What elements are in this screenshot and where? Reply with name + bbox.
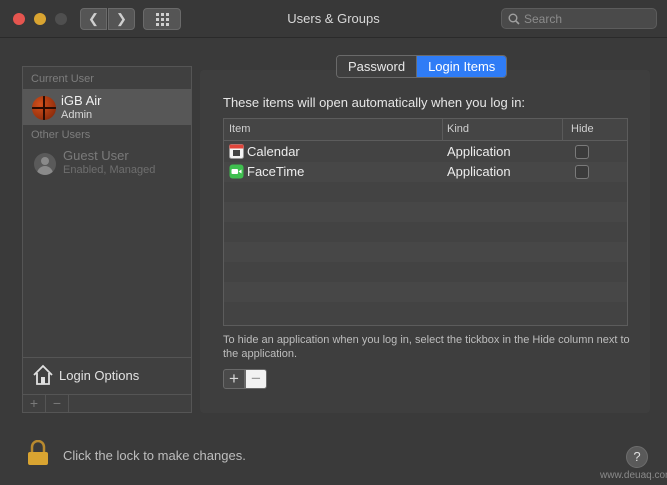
row-item-kind: Application: [447, 164, 511, 179]
login-options-label: Login Options: [59, 368, 140, 383]
guest-user-name: Guest User: [63, 148, 129, 163]
hide-checkbox[interactable]: [575, 165, 589, 179]
hide-checkbox[interactable]: [575, 145, 589, 159]
basketball-avatar-icon: [32, 96, 56, 120]
facetime-icon: [229, 164, 244, 179]
lock-message: Click the lock to make changes.: [63, 448, 246, 463]
login-items-intro: These items will open automatically when…: [223, 95, 526, 110]
column-header-hide[interactable]: Hide: [571, 123, 594, 135]
tab-bar: Password Login Items: [336, 55, 508, 78]
table-row[interactable]: Calendar Application: [224, 142, 627, 162]
tab-login-items[interactable]: Login Items: [416, 56, 507, 77]
calendar-icon: [229, 144, 244, 159]
current-user-name: iGB Air: [61, 93, 102, 108]
house-icon: [33, 364, 53, 385]
sidebar-item-guest-user[interactable]: Guest User Enabled, Managed: [23, 143, 191, 181]
login-items-table: Item Kind Hide Calendar Application Face…: [223, 118, 628, 326]
watermark: www.deuaq.com: [600, 470, 667, 481]
row-item-name: FaceTime: [247, 164, 305, 179]
help-button[interactable]: ?: [626, 446, 648, 468]
table-row-empty: [224, 222, 627, 242]
search-input[interactable]: [524, 10, 652, 27]
table-header: Item Kind Hide: [224, 119, 627, 141]
table-row-empty: [224, 242, 627, 262]
sidebar-footer: + −: [23, 394, 191, 413]
other-users-header: Other Users: [31, 129, 91, 141]
users-sidebar: Current User iGB Air Admin Other Users G…: [22, 66, 192, 413]
search-field[interactable]: [501, 8, 657, 29]
table-row-empty: [224, 262, 627, 282]
table-row-empty: [224, 282, 627, 302]
sidebar-item-current-user[interactable]: iGB Air Admin: [23, 89, 191, 125]
current-user-header: Current User: [31, 73, 94, 85]
column-header-item[interactable]: Item: [229, 123, 250, 135]
current-user-role: Admin: [61, 109, 93, 121]
user-silhouette-icon: [34, 153, 56, 175]
remove-login-item-button[interactable]: −: [245, 369, 267, 389]
table-row-empty: [224, 202, 627, 222]
search-icon: [508, 13, 520, 25]
hide-hint-text: To hide an application when you log in, …: [223, 334, 630, 360]
add-user-button[interactable]: +: [23, 395, 46, 413]
add-login-item-button[interactable]: +: [223, 369, 245, 389]
remove-user-button[interactable]: −: [46, 395, 69, 413]
column-header-kind[interactable]: Kind: [447, 123, 469, 135]
lock-icon[interactable]: [26, 440, 50, 466]
table-row[interactable]: FaceTime Application: [224, 162, 627, 182]
tab-password[interactable]: Password: [337, 56, 417, 77]
row-item-name: Calendar: [247, 144, 300, 159]
guest-user-status: Enabled, Managed: [63, 164, 156, 176]
table-row-empty: [224, 182, 627, 202]
login-options-item[interactable]: Login Options: [23, 357, 191, 394]
row-item-kind: Application: [447, 144, 511, 159]
table-row-empty: [224, 302, 627, 322]
title-bar: ❮ ❯ Users & Groups: [0, 0, 667, 38]
